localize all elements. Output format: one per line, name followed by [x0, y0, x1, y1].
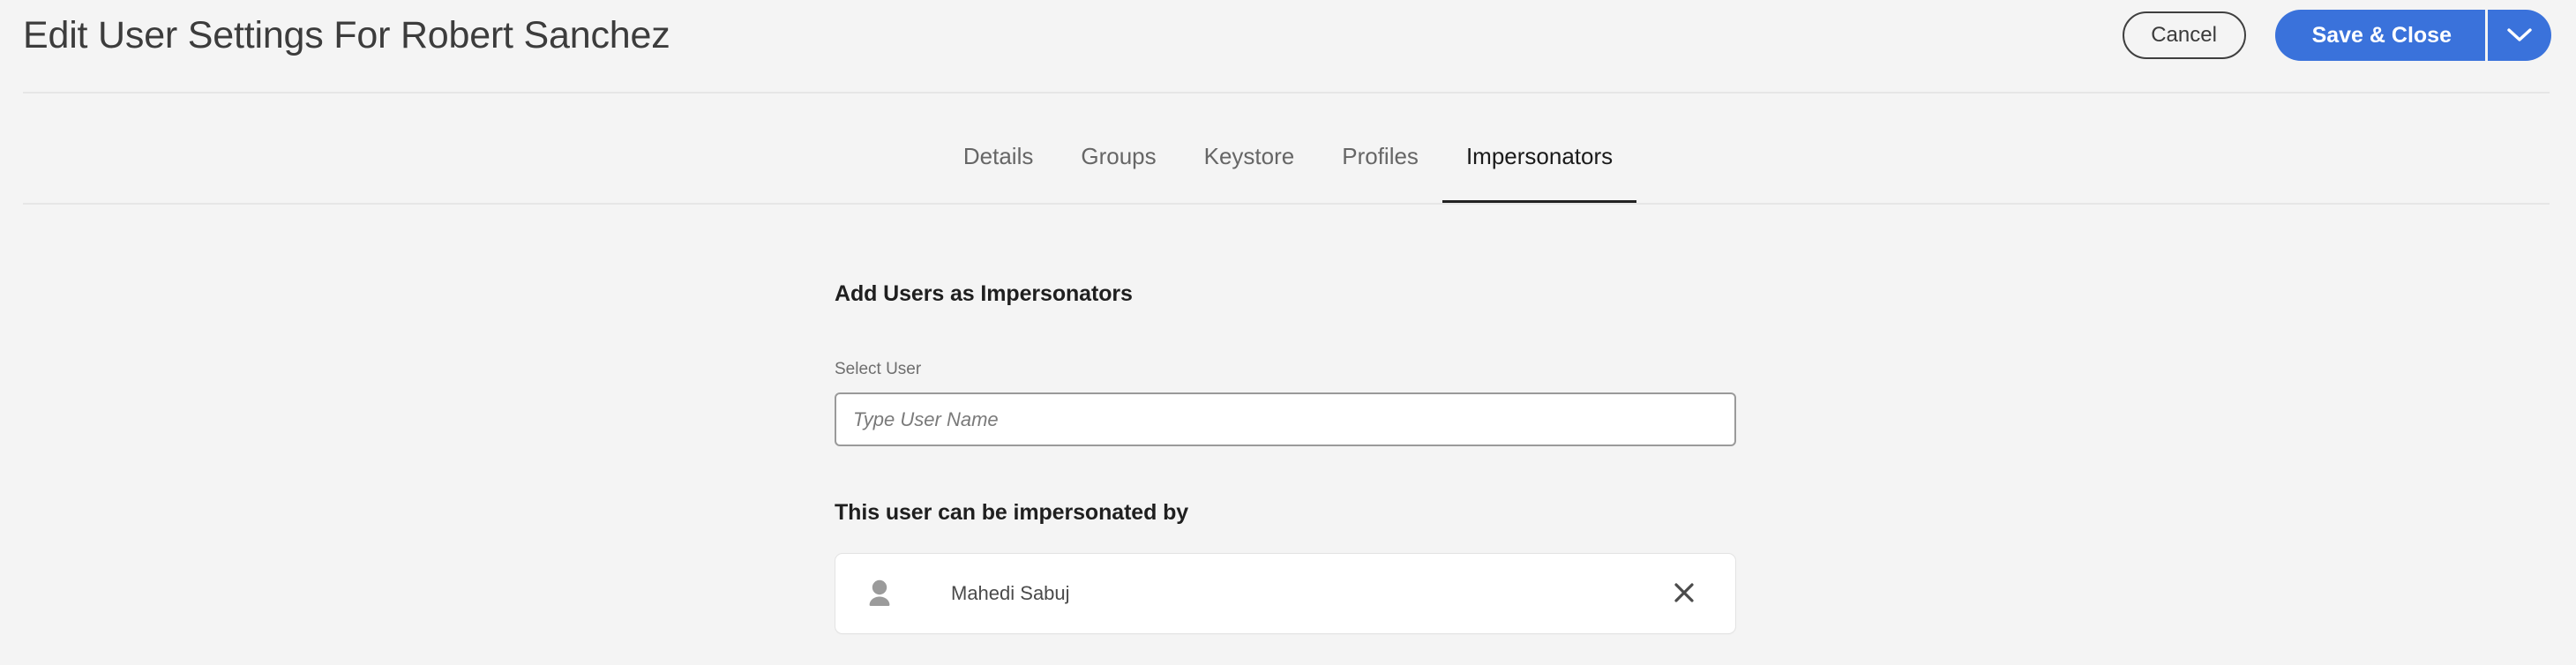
tab-list: Details Groups Keystore Profiles Imperso… [0, 93, 2576, 205]
list-item: Mahedi Sabuj [835, 553, 1736, 634]
user-avatar-icon [865, 579, 895, 609]
page-title: Edit User Settings For Robert Sanchez [23, 14, 670, 56]
save-split-button: Save & Close [2274, 10, 2551, 61]
tab-bar: Details Groups Keystore Profiles Imperso… [0, 93, 2576, 206]
impersonator-list: Mahedi Sabuj [835, 553, 1736, 634]
select-user-input[interactable] [835, 392, 1736, 446]
header-actions: Cancel Save & Close [2122, 10, 2551, 61]
save-options-dropdown-button[interactable] [2488, 10, 2551, 61]
tabbar-divider [23, 203, 2550, 205]
impersonated-by-heading: This user can be impersonated by [835, 500, 1189, 525]
add-impersonators-heading: Add Users as Impersonators [835, 281, 1133, 306]
chevron-down-icon [2506, 27, 2533, 43]
tab-impersonators[interactable]: Impersonators [1442, 93, 1637, 205]
tab-details[interactable]: Details [940, 93, 1057, 205]
tab-profiles[interactable]: Profiles [1318, 93, 1442, 205]
save-and-close-button[interactable]: Save & Close [2274, 10, 2485, 61]
tab-groups[interactable]: Groups [1057, 93, 1179, 205]
remove-impersonator-button[interactable] [1666, 576, 1702, 611]
tab-keystore[interactable]: Keystore [1180, 93, 1319, 205]
close-icon [1673, 581, 1696, 607]
impersonator-name: Mahedi Sabuj [951, 582, 1070, 604]
select-user-label: Select User [835, 360, 922, 378]
impersonators-panel: Add Users as Impersonators Select User T… [835, 206, 1736, 634]
cancel-button[interactable]: Cancel [2122, 11, 2246, 59]
page-header: Edit User Settings For Robert Sanchez Ca… [0, 0, 2576, 93]
